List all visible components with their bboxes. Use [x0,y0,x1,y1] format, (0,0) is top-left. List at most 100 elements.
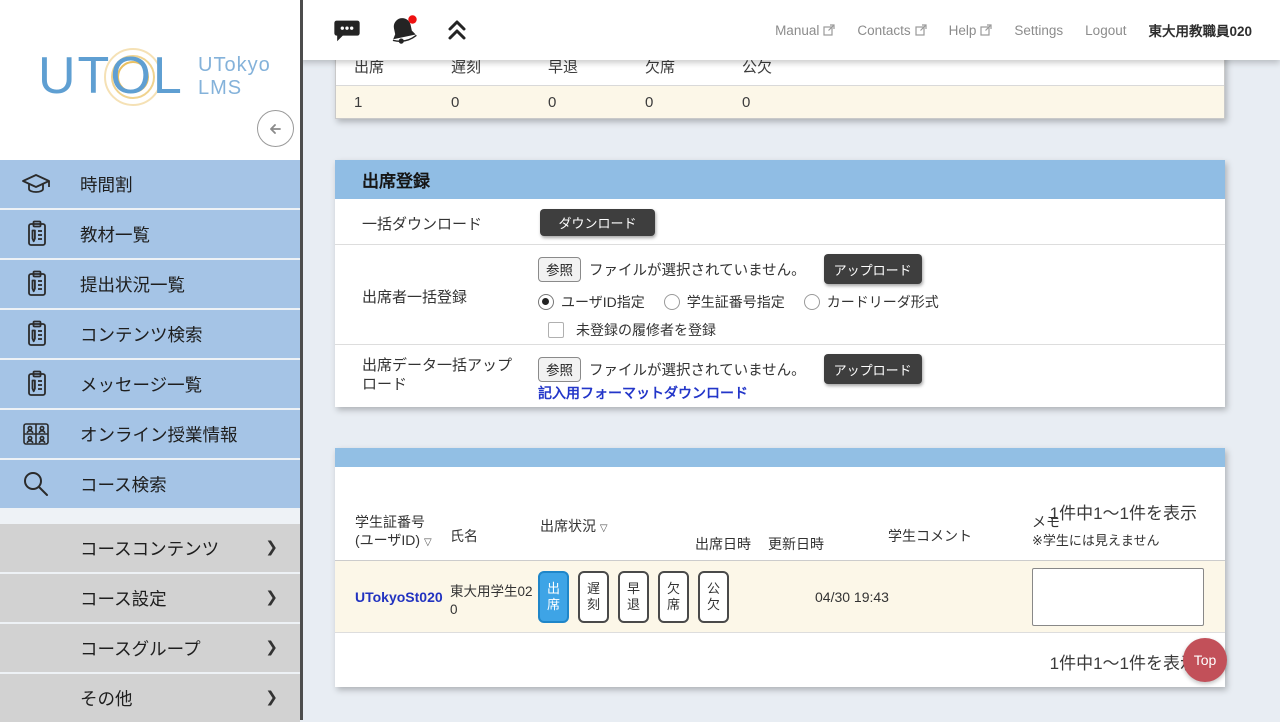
username-label: 東大用教職員020 [1148,20,1252,40]
browse-file-button[interactable]: 参照 [538,257,581,282]
messages-icon[interactable] [332,15,362,45]
collapse-sidebar-button[interactable] [257,110,294,147]
sidebar-content-divider [300,0,303,720]
chevron-right-icon: ❯ [265,688,278,706]
contacts-link[interactable]: Contacts [857,23,926,38]
bulk-download-label: 一括ダウンロード [362,213,482,234]
logo-subtitle: UTokyoLMS [198,54,271,100]
attendee-bulk-register-label: 出席者一括登録 [362,286,467,307]
status-button-late[interactable]: 遅刻 [578,571,609,623]
clipboard-icon [20,318,52,350]
utol-logo: UTOL UTokyoLMS [38,40,278,124]
attendance-register-panel: 出席登録 一括ダウンロード ダウンロード 出席者一括登録 参照 ファイルが選択さ… [335,160,1225,407]
clipboard-icon [20,368,52,400]
summary-value-excused: 0 [724,94,821,111]
column-update-time: 更新日時 [768,535,824,553]
status-button-absent[interactable]: 欠席 [658,571,689,623]
summary-value-absent: 0 [627,94,724,111]
chevron-right-icon: ❯ [265,638,278,656]
table-top-band [335,448,1225,467]
notifications-bell-icon[interactable] [386,13,420,47]
sidebar-section-gap [0,510,300,524]
browse-file-button[interactable]: 参照 [538,357,581,382]
download-button[interactable]: ダウンロード [540,209,655,236]
register-unregistered-label[interactable]: 未登録の履修者を登録 [576,320,716,340]
column-name: 氏名 [450,527,478,545]
upload-button[interactable]: アップロード [824,254,922,284]
logo-title: UTOL [38,46,184,106]
collapse-topbar-icon[interactable] [444,17,470,43]
external-link-icon [980,24,992,36]
sidebar-item-online-class-info[interactable]: オンライン授業情報 [0,410,300,458]
clipboard-icon [20,218,52,250]
file-select-line: 参照 ファイルが選択されていません。 アップロード [538,254,922,284]
student-id-link[interactable]: UTokyoSt020 [355,589,443,605]
attendance-data-upload-row: 出席データ一括アップロード 参照 ファイルが選択されていません。 アップロード … [335,345,1225,407]
column-student-id[interactable]: 学生証番号 (ユーザID) ▽ [355,513,432,549]
sidebar-item-timetable[interactable]: 時間割 [0,160,300,208]
student-table-header: 1件中1〜1件を表示 学生証番号 (ユーザID) ▽ 氏名 出席状況 ▽ 出席日… [335,467,1225,561]
column-status[interactable]: 出席状況 ▽ [540,517,608,535]
file-select-line: 参照 ファイルが選択されていません。 アップロード [538,354,922,384]
radio-card-reader[interactable] [804,294,820,310]
id-type-radio-group: ユーザID指定 学生証番号指定 カードリーダ形式 [538,292,951,312]
external-link-icon [823,24,835,36]
summary-value-row: 1 0 0 0 0 [336,85,1224,118]
status-button-group: 出席 遅刻 早退 欠席 公欠 [538,571,729,623]
memo-textarea[interactable] [1032,568,1204,626]
student-table-footer: 1件中1〜1件を表示 [335,633,1225,687]
status-button-excused[interactable]: 公欠 [698,571,729,623]
sidebar-item-course-settings[interactable]: コース設定 ❯ [0,574,300,622]
chevron-right-icon: ❯ [265,588,278,606]
bulk-download-row: 一括ダウンロード ダウンロード [335,199,1225,245]
search-icon [20,468,52,500]
sidebar-item-course-contents[interactable]: コースコンテンツ ❯ [0,524,300,572]
summary-value-late: 0 [433,94,530,111]
radio-user-id[interactable] [538,294,554,310]
sidebar-item-message-list[interactable]: メッセージ一覧 [0,360,300,408]
register-unregistered-checkbox[interactable] [548,322,564,338]
topbar: Manual Contacts Help Settings Logout 東大用… [300,0,1280,60]
format-download-link[interactable]: 記入用フォーマットダウンロード [538,383,748,403]
sort-icon[interactable]: ▽ [424,537,432,548]
settings-link[interactable]: Settings [1014,23,1063,38]
external-link-icon [915,24,927,36]
graduation-cap-icon [20,168,52,200]
chevron-right-icon: ❯ [265,538,278,556]
column-memo: メモ ※学生には見えません [1032,513,1160,550]
help-link[interactable]: Help [949,23,993,38]
scroll-to-top-button[interactable]: Top [1183,638,1227,682]
status-button-early-leave[interactable]: 早退 [618,571,649,623]
attendance-register-title: 出席登録 [335,160,1225,199]
sidebar-item-submission-status[interactable]: 提出状況一覧 [0,260,300,308]
status-button-present[interactable]: 出席 [538,571,569,623]
sidebar-item-course-search[interactable]: コース検索 [0,460,300,508]
topbar-links: Manual Contacts Help Settings Logout 東大用… [775,20,1280,40]
upload-button[interactable]: アップロード [824,354,922,384]
sidebar-item-course-group[interactable]: コースグループ ❯ [0,624,300,672]
manual-link[interactable]: Manual [775,23,835,38]
no-file-selected-text: ファイルが選択されていません。 [589,359,806,380]
attendee-bulk-register-row: 出席者一括登録 参照 ファイルが選択されていません。 アップロード ユーザID指… [335,245,1225,345]
arrow-left-icon [265,118,287,140]
student-row: UTokyoSt020 東大用学生020 出席 遅刻 早退 欠席 公欠 04/3… [335,561,1225,633]
sidebar-item-others[interactable]: その他 ❯ [0,674,300,722]
column-attend-time: 出席日時 [695,535,751,553]
register-unregistered-checkline: 未登録の履修者を登録 [548,320,716,340]
sidebar-item-content-search[interactable]: コンテンツ検索 [0,310,300,358]
summary-value-present: 1 [336,94,433,111]
people-grid-icon [20,418,52,450]
showing-count-text: 1件中1〜1件を表示 [1050,649,1197,674]
sidebar-logo-area: UTOL UTokyoLMS [0,0,300,160]
sidebar: UTOL UTokyoLMS 時間割 教材一覧 提出状況一覧 コンテンツ検索 [0,0,300,720]
column-student-comment: 学生コメント [888,527,972,545]
student-name: 東大用学生020 [450,583,534,619]
logout-link[interactable]: Logout [1085,23,1126,38]
sidebar-item-materials[interactable]: 教材一覧 [0,210,300,258]
no-file-selected-text: ファイルが選択されていません。 [589,259,806,280]
radio-student-card-number[interactable] [664,294,680,310]
sort-icon[interactable]: ▽ [600,523,608,534]
student-attendance-table: 1件中1〜1件を表示 学生証番号 (ユーザID) ▽ 氏名 出席状況 ▽ 出席日… [335,448,1225,687]
update-time-value: 04/30 19:43 [815,589,889,605]
topbar-icon-group [300,13,470,47]
